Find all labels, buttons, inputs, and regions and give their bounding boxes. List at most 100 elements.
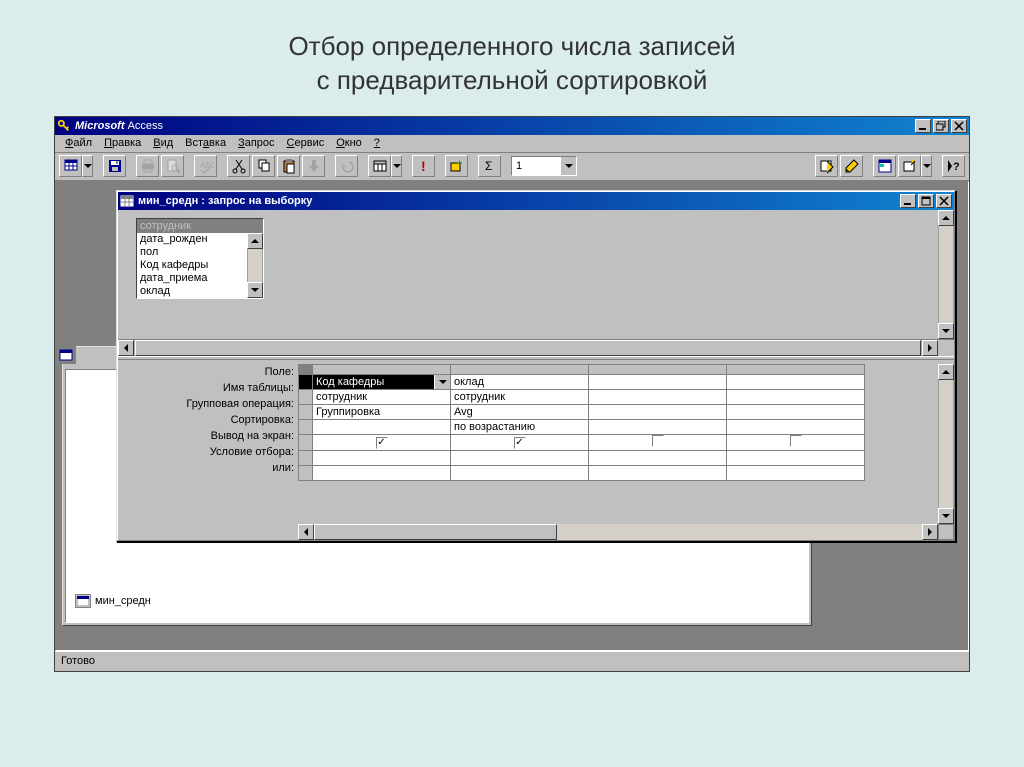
cell-dropdown[interactable]	[434, 375, 450, 389]
cut-button[interactable]	[227, 155, 250, 177]
qbe-cell[interactable]	[589, 434, 727, 450]
save-button[interactable]	[103, 155, 126, 177]
menu-file[interactable]: Файл	[59, 136, 98, 150]
qbe-cell[interactable]: ✓	[451, 434, 589, 450]
scroll-up-button[interactable]	[247, 233, 263, 249]
qbe-cell[interactable]: по возрастанию	[451, 419, 589, 434]
app-client-area: мин_средн мин_средн : запрос на выборку	[55, 181, 969, 651]
qbe-cell-selected[interactable]: Код кафедры	[313, 374, 451, 389]
upper-vscrollbar[interactable]	[938, 210, 954, 339]
qbe-cell[interactable]: сотрудник	[313, 389, 451, 404]
scroll-right-button[interactable]	[922, 340, 938, 356]
query-type-button[interactable]	[368, 155, 391, 177]
qbe-vscrollbar[interactable]	[938, 364, 954, 524]
query-close-button[interactable]	[936, 194, 952, 208]
query-type-dropdown[interactable]	[391, 155, 402, 177]
qbe-cell[interactable]	[313, 465, 451, 480]
field-list-scrollbar[interactable]	[247, 233, 263, 298]
qbe-cell[interactable]: оклад	[451, 374, 589, 389]
scroll-down-button[interactable]	[938, 323, 954, 339]
qbe-cell[interactable]	[589, 374, 727, 389]
minimize-button[interactable]	[915, 119, 931, 133]
build-button[interactable]	[840, 155, 863, 177]
print-button[interactable]	[136, 155, 159, 177]
field-item[interactable]: дата_рожден	[137, 233, 247, 246]
qbe-cell[interactable]	[727, 389, 865, 404]
qbe-cell[interactable]	[451, 450, 589, 465]
close-button[interactable]	[951, 119, 967, 133]
paste-button[interactable]	[277, 155, 300, 177]
field-item[interactable]: Код кафедры	[137, 259, 247, 272]
qbe-cell[interactable]	[451, 465, 589, 480]
qbe-cell[interactable]	[727, 419, 865, 434]
qbe-cell[interactable]: Avg	[451, 404, 589, 419]
qbe-cell[interactable]: сотрудник	[451, 389, 589, 404]
menu-tools[interactable]: Сервис	[281, 136, 331, 150]
field-item[interactable]: дата_приема	[137, 272, 247, 285]
qbe-cell[interactable]	[727, 465, 865, 480]
qbe-cell[interactable]	[589, 419, 727, 434]
qbe-cell[interactable]	[727, 434, 865, 450]
new-object-dropdown[interactable]	[921, 155, 932, 177]
qbe-hscrollbar[interactable]	[298, 524, 954, 540]
qbe-pane: Поле: Имя таблицы: Групповая операция: С…	[118, 360, 954, 540]
qbe-cell[interactable]	[589, 465, 727, 480]
show-checkbox[interactable]: ✓	[514, 437, 526, 449]
menu-view[interactable]: Вид	[147, 136, 179, 150]
scroll-up-button[interactable]	[938, 210, 954, 226]
qbe-grid[interactable]: Код кафедры оклад	[298, 364, 865, 481]
run-button[interactable]: !	[412, 155, 435, 177]
qbe-cell[interactable]	[727, 404, 865, 419]
scroll-down-button[interactable]	[247, 282, 263, 298]
top-values-dropdown[interactable]	[560, 157, 576, 175]
qbe-cell[interactable]	[313, 419, 451, 434]
scroll-right-button[interactable]	[922, 524, 938, 540]
qbe-cell[interactable]: Группировка	[313, 404, 451, 419]
menu-help[interactable]: ?	[368, 136, 386, 150]
qbe-cell[interactable]	[589, 404, 727, 419]
svg-text:!: !	[421, 158, 426, 174]
upper-hscrollbar[interactable]	[118, 340, 954, 356]
spelling-button[interactable]: ABC	[194, 155, 217, 177]
properties-button[interactable]	[815, 155, 838, 177]
preview-button[interactable]	[161, 155, 184, 177]
scroll-left-button[interactable]	[118, 340, 134, 356]
qbe-row-show: ✓ ✓	[299, 434, 865, 450]
show-checkbox[interactable]	[652, 435, 664, 447]
query-maximize-button[interactable]	[918, 194, 934, 208]
qbe-cell[interactable]: ✓	[313, 434, 451, 450]
qbe-cell[interactable]	[589, 389, 727, 404]
menu-edit[interactable]: Правка	[98, 136, 147, 150]
qbe-cell[interactable]	[313, 450, 451, 465]
database-window-button[interactable]	[873, 155, 896, 177]
tables-canvas[interactable]: сотрудник дата_рожден пол Код кафедры да…	[118, 210, 938, 339]
totals-button[interactable]: Σ	[478, 155, 501, 177]
qbe-cell[interactable]	[589, 450, 727, 465]
query-minimize-button[interactable]	[900, 194, 916, 208]
qbe-cell[interactable]	[727, 450, 865, 465]
show-table-button[interactable]: +	[445, 155, 468, 177]
show-checkbox[interactable]	[790, 435, 802, 447]
menu-query[interactable]: Запрос	[232, 136, 280, 150]
help-button[interactable]: ?	[942, 155, 965, 177]
new-object-button[interactable]	[898, 155, 921, 177]
undo-button[interactable]	[335, 155, 358, 177]
top-values-input[interactable]	[512, 157, 560, 175]
field-item[interactable]: пол	[137, 246, 247, 259]
show-checkbox[interactable]: ✓	[376, 437, 388, 449]
db-query-item[interactable]: мин_средн	[70, 592, 156, 610]
field-list[interactable]: сотрудник дата_рожден пол Код кафедры да…	[136, 218, 264, 299]
view-button[interactable]	[59, 155, 82, 177]
scroll-left-button[interactable]	[298, 524, 314, 540]
view-dropdown[interactable]	[82, 155, 93, 177]
format-painter-button[interactable]	[302, 155, 325, 177]
menu-insert[interactable]: Вставка	[179, 136, 232, 150]
copy-button[interactable]	[252, 155, 275, 177]
top-values-combo[interactable]	[511, 156, 577, 176]
restore-button[interactable]	[933, 119, 949, 133]
menu-window[interactable]: Окно	[330, 136, 368, 150]
qbe-cell[interactable]	[727, 374, 865, 389]
svg-text:?: ?	[953, 161, 960, 173]
field-item[interactable]: оклад	[137, 285, 247, 298]
field-list-items[interactable]: дата_рожден пол Код кафедры дата_приема …	[137, 233, 247, 298]
